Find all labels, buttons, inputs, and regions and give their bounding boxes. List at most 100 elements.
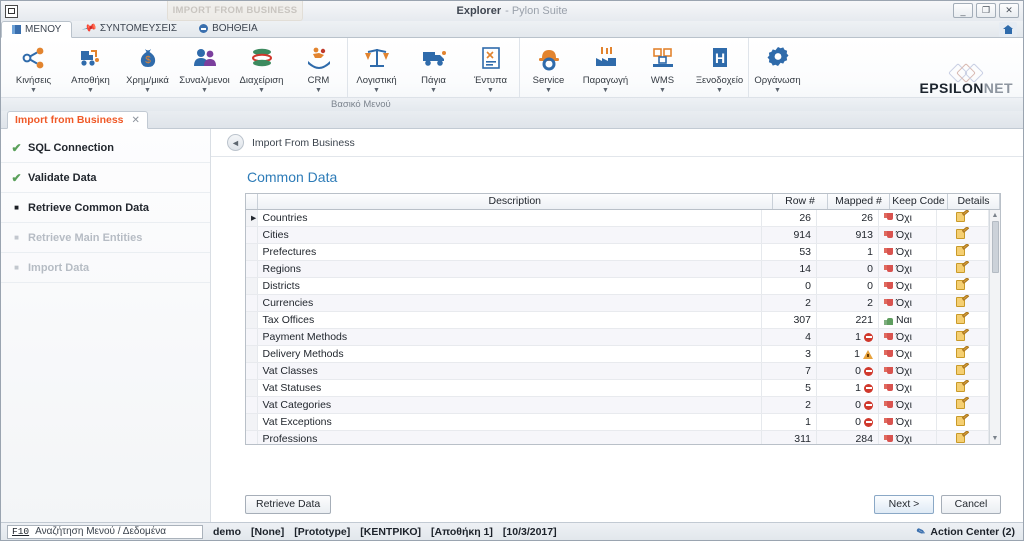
col-details[interactable]: Details xyxy=(947,194,1000,210)
chevron-down-icon[interactable]: ▼ xyxy=(201,87,208,94)
edit-pencil-icon[interactable] xyxy=(956,311,970,324)
chevron-down-icon[interactable]: ▼ xyxy=(487,87,494,94)
table-row[interactable]: Prefectures 53 1 Όχι xyxy=(246,243,989,261)
table-row[interactable]: Districts 0 0 Όχι xyxy=(246,277,989,295)
close-button[interactable]: ✕ xyxy=(999,3,1019,18)
table-row[interactable]: Vat Classes 7 0 Όχι xyxy=(246,362,989,380)
cell-keep-code[interactable]: Όχι xyxy=(878,226,937,244)
system-menu-icon[interactable] xyxy=(5,4,18,18)
cell-details[interactable] xyxy=(936,379,989,397)
cell-keep-code[interactable]: Όχι xyxy=(878,362,937,380)
chevron-down-icon[interactable]: ▼ xyxy=(30,87,37,94)
cell-keep-code[interactable]: Όχι xyxy=(878,430,937,444)
home-button[interactable] xyxy=(999,22,1017,37)
chevron-down-icon[interactable]: ▼ xyxy=(144,87,151,94)
back-button[interactable]: ◄ xyxy=(227,134,244,151)
search-input[interactable]: F10 Αναζήτηση Μενού / Δεδομένα xyxy=(7,524,203,539)
table-row[interactable]: ▸ Countries 26 26 Όχι xyxy=(246,209,989,227)
edit-pencil-icon[interactable] xyxy=(956,226,970,239)
table-row[interactable]: Vat Categories 2 0 Όχι xyxy=(246,396,989,414)
cell-details[interactable] xyxy=(936,243,989,261)
cell-details[interactable] xyxy=(936,413,989,431)
cell-keep-code[interactable]: Όχι xyxy=(878,209,937,227)
table-row[interactable]: Tax Offices 307 221 Ναι xyxy=(246,311,989,329)
cell-details[interactable] xyxy=(936,277,989,295)
cell-details[interactable] xyxy=(936,311,989,329)
cell-keep-code[interactable]: Όχι xyxy=(878,413,937,431)
inactive-window-tab[interactable]: IMPORT FROM BUSINESS xyxy=(167,1,303,21)
chevron-down-icon[interactable]: ▼ xyxy=(545,87,552,94)
scroll-down-icon[interactable]: ▼ xyxy=(992,433,999,444)
chevron-down-icon[interactable]: ▼ xyxy=(716,87,723,94)
close-icon[interactable]: ✕ xyxy=(132,115,140,126)
chevron-down-icon[interactable]: ▼ xyxy=(315,87,322,94)
table-row[interactable]: Currencies 2 2 Όχι xyxy=(246,294,989,312)
chevron-down-icon[interactable]: ▼ xyxy=(87,87,94,94)
edit-pencil-icon[interactable] xyxy=(956,328,970,341)
scroll-up-icon[interactable]: ▲ xyxy=(992,210,999,221)
col-description[interactable]: Description xyxy=(257,194,773,210)
grid-vertical-scrollbar[interactable]: ▲ ▼ xyxy=(989,209,1000,444)
edit-pencil-icon[interactable] xyxy=(956,379,970,392)
action-center-button[interactable]: ✎ Action Center (2) xyxy=(915,523,1015,541)
tab-menoy[interactable]: ΜΕΝΟΥ xyxy=(1,21,73,38)
edit-pencil-icon[interactable] xyxy=(956,277,970,290)
tab-voitheia[interactable]: ΒΟΗΘΕΙΑ xyxy=(188,20,269,37)
cell-keep-code[interactable]: Όχι xyxy=(878,277,937,295)
cell-keep-code[interactable]: Ναι xyxy=(878,311,937,329)
row-indicator xyxy=(246,328,258,346)
edit-pencil-icon[interactable] xyxy=(956,209,970,222)
table-row[interactable]: Delivery Methods 3 1 Όχι xyxy=(246,345,989,363)
step-sql-connection[interactable]: ✔ SQL Connection xyxy=(1,133,210,163)
chevron-down-icon[interactable]: ▼ xyxy=(258,87,265,94)
cell-keep-code[interactable]: Όχι xyxy=(878,243,937,261)
cell-details[interactable] xyxy=(936,430,989,444)
cell-keep-code[interactable]: Όχι xyxy=(878,396,937,414)
edit-pencil-icon[interactable] xyxy=(956,430,970,443)
table-row[interactable]: Professions 311 284 Όχι xyxy=(246,430,989,444)
chevron-down-icon[interactable]: ▼ xyxy=(659,87,666,94)
cell-details[interactable] xyxy=(936,209,989,227)
chevron-down-icon[interactable]: ▼ xyxy=(373,87,380,94)
edit-pencil-icon[interactable] xyxy=(956,362,970,375)
cell-keep-code[interactable]: Όχι xyxy=(878,260,937,278)
edit-pencil-icon[interactable] xyxy=(956,294,970,307)
cell-keep-code[interactable]: Όχι xyxy=(878,379,937,397)
cell-details[interactable] xyxy=(936,362,989,380)
retrieve-data-button[interactable]: Retrieve Data xyxy=(245,494,332,514)
cancel-button[interactable]: Cancel xyxy=(941,494,1001,514)
step-retrieve-common-data[interactable]: ■ Retrieve Common Data xyxy=(1,193,210,223)
table-row[interactable]: Payment Methods 4 1 Όχι xyxy=(246,328,989,346)
chevron-down-icon[interactable]: ▼ xyxy=(774,87,781,94)
edit-pencil-icon[interactable] xyxy=(956,243,970,256)
table-row[interactable]: Regions 14 0 Όχι xyxy=(246,260,989,278)
table-row[interactable]: Cities 914 913 Όχι xyxy=(246,226,989,244)
edit-pencil-icon[interactable] xyxy=(956,413,970,426)
cell-details[interactable] xyxy=(936,328,989,346)
cell-keep-code[interactable]: Όχι xyxy=(878,345,937,363)
edit-pencil-icon[interactable] xyxy=(956,396,970,409)
cell-keep-code[interactable]: Όχι xyxy=(878,328,937,346)
maximize-button[interactable]: ❐ xyxy=(976,3,996,18)
cell-details[interactable] xyxy=(936,345,989,363)
col-mapped[interactable]: Mapped # xyxy=(827,194,890,210)
table-row[interactable]: Vat Exceptions 1 0 Όχι xyxy=(246,413,989,431)
document-tab-import-from-business[interactable]: Import from Business ✕ xyxy=(7,111,148,129)
table-row[interactable]: Vat Statuses 5 1 Όχι xyxy=(246,379,989,397)
chevron-down-icon[interactable]: ▼ xyxy=(602,87,609,94)
cell-keep-code[interactable]: Όχι xyxy=(878,294,937,312)
cell-details[interactable] xyxy=(936,260,989,278)
minimize-button[interactable]: _ xyxy=(953,3,973,18)
step-validate-data[interactable]: ✔ Validate Data xyxy=(1,163,210,193)
cell-details[interactable] xyxy=(936,396,989,414)
cell-details[interactable] xyxy=(936,294,989,312)
col-keep-code[interactable]: Keep Code xyxy=(889,194,948,210)
edit-pencil-icon[interactable] xyxy=(956,260,970,273)
edit-pencil-icon[interactable] xyxy=(956,345,970,358)
scrollbar-thumb[interactable] xyxy=(991,220,999,273)
col-row-count[interactable]: Row # xyxy=(772,194,828,210)
tab-syntomeyseis[interactable]: 📌 ΣΥΝΤΟΜΕΥΣΕΙΣ xyxy=(72,20,188,37)
next-button[interactable]: Next > xyxy=(874,494,934,514)
cell-details[interactable] xyxy=(936,226,989,244)
chevron-down-icon[interactable]: ▼ xyxy=(430,87,437,94)
